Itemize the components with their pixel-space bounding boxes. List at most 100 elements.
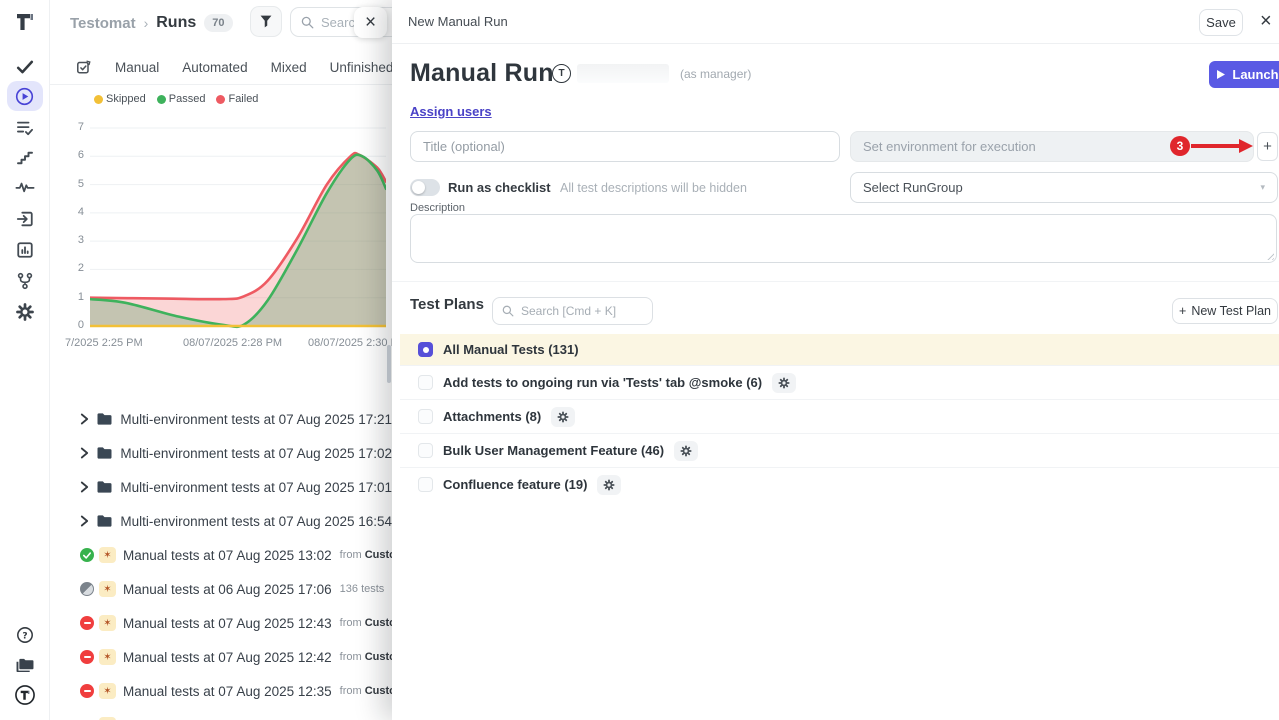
test-plan-row-selected[interactable]: All Manual Tests (131) xyxy=(400,334,1279,365)
y-tick-label: 5 xyxy=(78,178,84,190)
breadcrumb-section[interactable]: Runs xyxy=(156,14,196,32)
test-plan-label[interactable]: All Manual Tests (131) xyxy=(443,342,579,357)
run-folder-row[interactable]: Multi-environment tests at 07 Aug 2025 1… xyxy=(50,504,392,538)
run-folder-row[interactable]: Multi-environment tests at 07 Aug 2025 1… xyxy=(50,402,392,436)
checkbox-unchecked[interactable] xyxy=(418,477,433,492)
close-icon[interactable]: × xyxy=(1260,10,1272,33)
checkbox-checked[interactable] xyxy=(418,342,433,357)
test-plan-row[interactable]: Confluence feature (19) xyxy=(400,467,1279,501)
steps-icon[interactable] xyxy=(16,151,34,165)
test-plans-list: All Manual Tests (131) Add tests to ongoi… xyxy=(400,334,1279,501)
run-row[interactable]: ✶ xyxy=(50,708,392,720)
run-folder-label[interactable]: Multi-environment tests at 07 Aug 2025 1… xyxy=(120,412,392,427)
modal-header: New Manual Run Save × xyxy=(392,0,1279,44)
test-plans-search-box[interactable] xyxy=(492,297,653,325)
help-icon[interactable]: ? xyxy=(16,626,34,644)
rungroup-select[interactable]: Select RunGroup ▾ xyxy=(850,172,1278,203)
chevron-down-icon: ▾ xyxy=(1260,182,1265,193)
plan-settings-gear-icon[interactable] xyxy=(551,407,575,427)
run-status-progress-icon xyxy=(80,582,94,596)
test-plan-label[interactable]: Confluence feature (19) xyxy=(443,477,587,492)
x-tick-label: 08/07/2025 2:30 PI xyxy=(308,337,392,349)
run-emoji-badge: ✶ xyxy=(99,547,116,563)
chevron-right-icon[interactable] xyxy=(80,413,89,425)
run-title-input[interactable] xyxy=(410,131,840,162)
run-row[interactable]: ✶Manual tests at 07 Aug 2025 13:02from C… xyxy=(50,538,392,572)
checkbox-unchecked[interactable] xyxy=(418,409,433,424)
search-clear-button[interactable]: × xyxy=(354,7,387,38)
plan-settings-gear-icon[interactable] xyxy=(772,373,796,393)
play-icon xyxy=(1217,70,1225,79)
run-row[interactable]: ✶Manual tests at 07 Aug 2025 12:43from C… xyxy=(50,606,392,640)
chevron-right-icon[interactable] xyxy=(80,447,89,459)
test-plans-search-input[interactable] xyxy=(521,304,631,318)
report-chart-icon[interactable] xyxy=(16,241,34,259)
filter-button[interactable] xyxy=(250,6,282,37)
test-plans-heading: Test Plans xyxy=(410,296,484,313)
tab-automated[interactable]: Automated xyxy=(182,60,247,75)
y-tick-label: 7 xyxy=(78,121,84,133)
tab-manual[interactable]: Manual xyxy=(115,60,159,75)
run-row[interactable]: ✶Manual tests at 07 Aug 2025 12:35from C… xyxy=(50,674,392,708)
run-folder-label[interactable]: Multi-environment tests at 07 Aug 2025 1… xyxy=(120,480,392,495)
checkbox-unchecked[interactable] xyxy=(418,375,433,390)
select-all-icon[interactable] xyxy=(76,59,92,75)
run-label[interactable]: Manual tests at 07 Aug 2025 13:02 xyxy=(123,548,332,563)
run-label[interactable]: Manual tests at 07 Aug 2025 12:42 xyxy=(123,650,332,665)
settings-gear-icon[interactable] xyxy=(15,303,34,322)
save-button[interactable]: Save xyxy=(1199,9,1243,36)
annotation-badge-3: 3 xyxy=(1170,136,1190,156)
plan-settings-gear-icon[interactable] xyxy=(597,475,621,495)
run-meta: from Custom xyxy=(340,651,392,663)
runs-play-circle-icon[interactable] xyxy=(7,81,43,111)
tabs-divider xyxy=(50,84,392,85)
x-tick-label: 7/2025 2:25 PM xyxy=(65,337,143,349)
tests-check-icon[interactable] xyxy=(16,60,33,74)
plan-settings-gear-icon[interactable] xyxy=(674,441,698,461)
chart-y-axis: 01234567 xyxy=(62,118,86,336)
run-as-checklist-toggle[interactable] xyxy=(410,179,440,196)
run-folder-row[interactable]: Multi-environment tests at 07 Aug 2025 1… xyxy=(50,436,392,470)
run-row[interactable]: ✶Manual tests at 06 Aug 2025 17:06136 te… xyxy=(50,572,392,606)
chevron-right-icon[interactable] xyxy=(80,515,89,527)
test-plans-list-icon[interactable] xyxy=(16,120,34,136)
new-test-plan-button[interactable]: + New Test Plan xyxy=(1172,298,1278,324)
test-plan-label[interactable]: Bulk User Management Feature (46) xyxy=(443,443,664,458)
test-plan-label[interactable]: Attachments (8) xyxy=(443,409,541,424)
chevron-right-icon[interactable] xyxy=(80,481,89,493)
run-status-stopped-icon xyxy=(80,616,94,630)
pulse-icon[interactable] xyxy=(15,180,34,194)
import-box-icon[interactable] xyxy=(16,210,34,228)
run-folder-label[interactable]: Multi-environment tests at 07 Aug 2025 1… xyxy=(120,514,392,529)
left-icon-rail: ? xyxy=(0,0,50,720)
run-label[interactable]: Manual tests at 07 Aug 2025 12:35 xyxy=(123,684,332,699)
test-plan-row[interactable]: Attachments (8) xyxy=(400,399,1279,433)
launch-button[interactable]: Launch xyxy=(1209,61,1279,88)
run-status-stopped-icon xyxy=(80,650,94,664)
tab-mixed[interactable]: Mixed xyxy=(271,60,307,75)
folders-icon[interactable] xyxy=(15,657,34,673)
run-label[interactable]: Manual tests at 07 Aug 2025 12:43 xyxy=(123,616,332,631)
branch-icon[interactable] xyxy=(17,272,33,290)
legend-item: Passed xyxy=(157,93,206,105)
testomat-circle-icon[interactable] xyxy=(14,685,35,706)
run-folder-row[interactable]: Multi-environment tests at 07 Aug 2025 1… xyxy=(50,470,392,504)
testomat-logo-icon[interactable] xyxy=(14,11,36,33)
test-plan-row[interactable]: Add tests to ongoing run via 'Tests' tab… xyxy=(400,365,1279,399)
panel-scrollbar-thumb[interactable] xyxy=(387,345,391,383)
tab-unfinished[interactable]: Unfinished xyxy=(330,60,392,75)
page-title: Manual Run xyxy=(410,59,554,88)
run-row[interactable]: ✶Manual tests at 07 Aug 2025 12:42from C… xyxy=(50,640,392,674)
legend-dot xyxy=(157,95,166,104)
checkbox-unchecked[interactable] xyxy=(418,443,433,458)
run-label[interactable]: Manual tests at 06 Aug 2025 17:06 xyxy=(123,582,332,597)
manager-note: (as manager) xyxy=(680,67,751,81)
description-textarea[interactable] xyxy=(410,214,1277,263)
test-plan-row[interactable]: Bulk User Management Feature (46) xyxy=(400,433,1279,467)
breadcrumb-app[interactable]: Testomat xyxy=(70,15,136,32)
test-plan-label[interactable]: Add tests to ongoing run via 'Tests' tab… xyxy=(443,375,762,390)
run-folder-label[interactable]: Multi-environment tests at 07 Aug 2025 1… xyxy=(120,446,392,461)
breadcrumb-separator: › xyxy=(144,15,149,31)
assign-users-link[interactable]: Assign users xyxy=(410,104,492,119)
add-environment-button[interactable]: + xyxy=(1257,132,1278,161)
